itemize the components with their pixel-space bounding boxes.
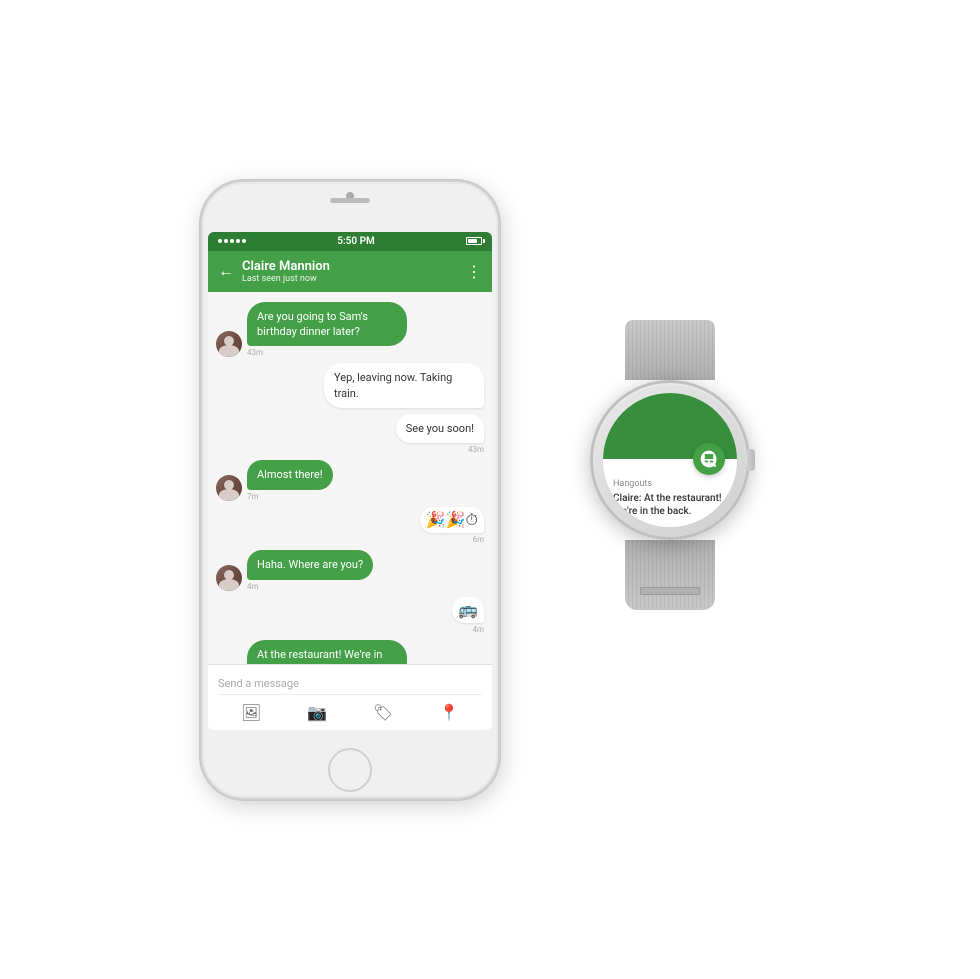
more-options-icon[interactable]: ⋮ xyxy=(466,262,482,281)
message-bubble: Haha. Where are you? xyxy=(247,550,373,579)
message-bubble: See you soon! xyxy=(396,414,484,443)
avatar xyxy=(216,565,242,591)
message-row: 🎉🎉⏱ 6m xyxy=(216,507,484,544)
location-icon[interactable]: 📍 xyxy=(439,703,459,722)
contact-info: Claire Mannion Last seen just now xyxy=(242,259,458,284)
message-bubble: Almost there! xyxy=(247,460,333,489)
status-icons xyxy=(466,237,482,245)
chat-area: Are you going to Sam's birthday dinner l… xyxy=(208,292,492,664)
watch-band-top xyxy=(625,320,715,380)
watch-crown[interactable] xyxy=(747,449,755,471)
avatar xyxy=(216,331,242,357)
contact-status: Last seen just now xyxy=(242,274,458,284)
message-row: Almost there! 7m xyxy=(216,460,484,500)
message-block: At the restaurant! We're in the back. No… xyxy=(247,640,407,663)
message-timestamp: 4m xyxy=(247,582,259,591)
message-block: Haha. Where are you? 4m xyxy=(247,550,373,590)
avatar-image xyxy=(216,331,242,357)
watch-screen: Hangouts Claire: At the restaurant! We'r… xyxy=(603,393,737,527)
message-bubble: 🚌 xyxy=(452,597,484,623)
signal-dot xyxy=(230,239,234,243)
message-row: See you soon! 43m xyxy=(216,414,484,454)
message-block: 🚌 4m xyxy=(452,597,484,634)
silent-switch xyxy=(200,372,202,402)
input-area: Send a message 🖼 📷 🏷 📍 xyxy=(208,664,492,730)
battery-icon xyxy=(466,237,482,245)
image-icon[interactable]: 🖼 xyxy=(241,703,261,722)
message-timestamp: 43m xyxy=(247,348,263,357)
volume-up-button xyxy=(200,292,202,322)
message-block: Yep, leaving now. Taking train. xyxy=(324,363,484,408)
phone: 5:50 PM ← Claire Mannion Last seen just … xyxy=(200,180,500,800)
message-row: Are you going to Sam's birthday dinner l… xyxy=(216,302,484,358)
back-button[interactable]: ← xyxy=(218,261,234,281)
message-block: 🎉🎉⏱ 6m xyxy=(420,507,484,544)
power-button xyxy=(498,312,500,362)
status-time: 5:50 PM xyxy=(337,236,375,247)
status-bar: 5:50 PM xyxy=(208,232,492,251)
sticker-icon[interactable]: 🏷 xyxy=(373,703,393,722)
contact-name: Claire Mannion xyxy=(242,259,458,274)
phone-speaker xyxy=(330,198,370,203)
camera-icon[interactable]: 📷 xyxy=(307,703,327,722)
battery-fill xyxy=(468,239,477,243)
hangouts-badge-icon xyxy=(693,443,725,475)
message-row: Yep, leaving now. Taking train. xyxy=(216,363,484,408)
app-bar: ← Claire Mannion Last seen just now ⋮ xyxy=(208,251,492,292)
message-row: At the restaurant! We're in the back. No… xyxy=(216,640,484,663)
message-block: See you soon! 43m xyxy=(396,414,484,454)
signal-dots xyxy=(218,239,246,243)
signal-dot xyxy=(218,239,222,243)
message-bubble: Yep, leaving now. Taking train. xyxy=(324,363,484,408)
message-bubble: 🎉🎉⏱ xyxy=(420,507,484,533)
signal-dot xyxy=(242,239,246,243)
message-block: Are you going to Sam's birthday dinner l… xyxy=(247,302,407,358)
volume-down-button xyxy=(200,332,202,362)
watch-clasp xyxy=(640,587,700,595)
watch-message-text: Claire: At the restaurant! We're in the … xyxy=(613,492,727,518)
message-timestamp: 6m xyxy=(472,535,484,544)
message-timestamp: 43m xyxy=(468,445,484,454)
message-row: 🚌 4m xyxy=(216,597,484,634)
phone-screen: 5:50 PM ← Claire Mannion Last seen just … xyxy=(208,232,492,730)
watch-body: Hangouts Claire: At the restaurant! We'r… xyxy=(590,380,750,540)
home-button[interactable] xyxy=(328,748,372,792)
avatar-image xyxy=(216,565,242,591)
message-bubble: Are you going to Sam's birthday dinner l… xyxy=(247,302,407,347)
message-block: Almost there! 7m xyxy=(247,460,333,500)
watch-screen-top xyxy=(603,393,737,459)
avatar xyxy=(216,475,242,501)
smartwatch: Hangouts Claire: At the restaurant! We'r… xyxy=(560,320,780,660)
watch-app-name: Hangouts xyxy=(613,479,727,489)
input-toolbar: 🖼 📷 🏷 📍 xyxy=(218,703,482,722)
signal-dot xyxy=(224,239,228,243)
message-bubble: At the restaurant! We're in the back. xyxy=(247,640,407,663)
watch-band-bottom xyxy=(625,540,715,610)
message-input[interactable]: Send a message xyxy=(218,673,482,695)
message-timestamp: 4m xyxy=(472,625,484,634)
scene: 5:50 PM ← Claire Mannion Last seen just … xyxy=(0,0,980,979)
message-row: Haha. Where are you? 4m xyxy=(216,550,484,590)
message-timestamp: 7m xyxy=(247,492,259,501)
avatar-image xyxy=(216,475,242,501)
signal-dot xyxy=(236,239,240,243)
hangouts-svg-icon xyxy=(699,449,719,469)
